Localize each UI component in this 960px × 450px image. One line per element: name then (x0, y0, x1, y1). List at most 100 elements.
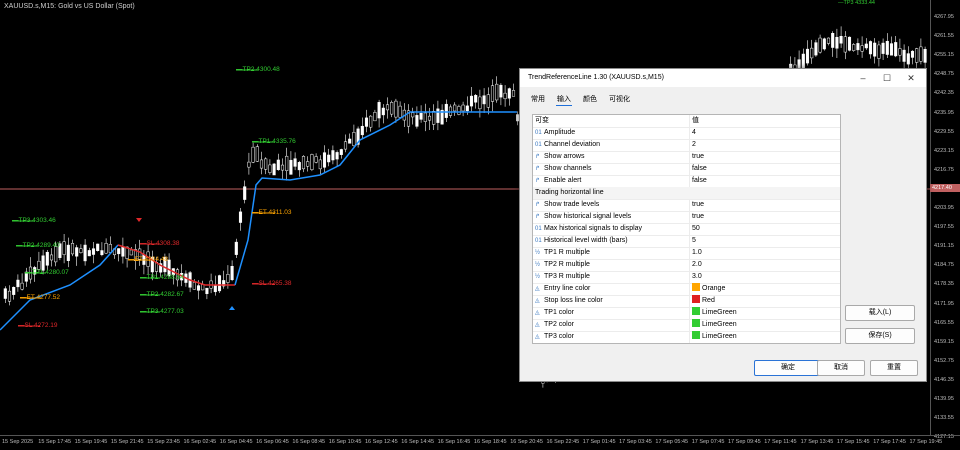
candle (423, 112, 427, 122)
param-value: 2.0 (692, 261, 702, 268)
price-tick-label: 4267.95 (934, 14, 954, 20)
param-value-cell[interactable]: 5 (689, 235, 840, 247)
ok-button[interactable]: 确定 (754, 360, 822, 376)
candle (117, 248, 121, 255)
candle (335, 152, 339, 160)
candle (7, 290, 12, 302)
price-tick-label: 4152.75 (934, 357, 954, 364)
param-value: Orange (702, 285, 726, 292)
param-value-cell[interactable]: true (689, 199, 840, 211)
param-value-cell[interactable]: Red (689, 295, 840, 307)
load-button[interactable]: 载入(L) (845, 305, 915, 321)
candle (213, 284, 217, 293)
time-tick-label: 17 Sep 01:45 (582, 439, 616, 445)
candle (881, 42, 885, 54)
param-value-cell[interactable]: LimeGreen (689, 307, 840, 319)
candle (894, 42, 898, 57)
candle (805, 48, 810, 64)
param-value: 50 (692, 225, 700, 232)
param-value-cell[interactable]: 3.0 (689, 271, 840, 283)
reset-button[interactable]: 重置 (870, 360, 918, 376)
candle (285, 155, 289, 171)
param-value-cell[interactable]: Orange (689, 283, 840, 295)
param-value-cell[interactable]: 2 (689, 139, 840, 151)
color-swatch (692, 331, 700, 339)
param-value: LimeGreen (702, 309, 737, 316)
tab-1[interactable]: 输入 (556, 93, 572, 106)
param-value-cell[interactable]: false (689, 163, 840, 175)
param-value-cell[interactable]: LimeGreen (689, 331, 840, 343)
color-swatch (692, 283, 700, 291)
candle (419, 113, 423, 120)
param-name: Show channels (544, 165, 592, 172)
candle (390, 102, 394, 115)
maximize-icon[interactable]: ☐ (876, 71, 898, 85)
candle (268, 164, 272, 173)
param-name-cell: 01 Historical level width (bars) (535, 235, 683, 247)
candle (369, 115, 373, 128)
param-type-icon: 01 (535, 226, 542, 232)
close-icon[interactable]: ✕ (900, 71, 922, 85)
candle (873, 42, 877, 57)
param-type-icon: ◬ (535, 298, 540, 304)
param-name: TP2 color (544, 321, 574, 328)
tab-2[interactable]: 颜色 (582, 93, 598, 105)
candle (318, 159, 322, 170)
param-type-icon: ½ (535, 250, 541, 256)
param-type-icon: ↱ (535, 178, 541, 184)
param-value-cell[interactable]: false (689, 175, 840, 187)
param-value: true (692, 201, 705, 208)
param-name: Max historical signals to display (544, 225, 643, 232)
candle (469, 95, 474, 107)
price-axis[interactable]: 4267.95 4261.55 4255.15 4248.75 4242.35 4235.… (930, 0, 960, 440)
candle (96, 243, 100, 251)
param-value: 3.0 (692, 273, 702, 280)
candle (12, 286, 16, 295)
param-type-icon: ◬ (535, 322, 540, 328)
time-axis[interactable]: 15 Sep 2025 15 Sep 17:45 15 Sep 19:45 15 Se… (0, 435, 960, 450)
time-tick-label: 16 Sep 02:45 (183, 439, 217, 445)
time-tick-label: 15 Sep 17:45 (38, 439, 72, 445)
candle (226, 274, 230, 283)
time-tick-label: 16 Sep 04:45 (219, 439, 253, 445)
cancel-button[interactable]: 取消 (817, 360, 865, 376)
candle (860, 45, 864, 52)
time-tick-label: 15 Sep 19:45 (74, 439, 108, 445)
param-value-cell[interactable]: 1.0 (689, 247, 840, 259)
candle (104, 243, 108, 254)
tab-3[interactable]: 可视化 (608, 93, 631, 105)
param-value-cell[interactable]: LimeGreen (689, 319, 840, 331)
param-name: Amplitude (544, 129, 576, 136)
param-value-cell[interactable]: 50 (689, 223, 840, 235)
param-name-cell: ↱ Enable alert (535, 175, 683, 187)
param-value-cell[interactable]: true (689, 151, 840, 163)
candle (293, 158, 297, 167)
param-name: TP3 R multiple (544, 273, 590, 280)
candle (243, 186, 247, 200)
candle (121, 246, 125, 257)
param-type-icon: ◬ (535, 310, 540, 316)
param-value-cell[interactable]: true (689, 211, 840, 223)
save-button[interactable]: 保存(S) (845, 328, 915, 344)
tab-0[interactable]: 常用 (530, 93, 546, 105)
parameter-row[interactable]: ◬ TP3 color LimeGreen (533, 331, 840, 343)
price-tick-label: 4216.75 (934, 166, 954, 173)
candle (465, 105, 469, 112)
param-name-cell: 01 Channel deviation (535, 139, 683, 151)
param-name-cell: ↱ Show historical signal levels (535, 211, 683, 223)
minimize-icon[interactable]: – (852, 71, 874, 85)
sell-arrow-icon (136, 218, 142, 222)
param-value-cell[interactable]: 4 (689, 127, 840, 139)
level-label-sl: —SL 4265.38 (252, 280, 292, 287)
param-value-cell[interactable]: 2.0 (689, 259, 840, 271)
candle (247, 161, 251, 168)
dialog-titlebar[interactable]: TrendReferenceLine 1.30 (XAUUSD.s,M15) –… (520, 69, 926, 87)
time-tick-label: 16 Sep 20:45 (510, 439, 543, 445)
time-tick-label: 15 Sep 2025 (2, 439, 34, 445)
candle (314, 156, 318, 163)
param-type-icon: 01 (535, 130, 542, 136)
candle (814, 42, 818, 56)
dialog-tabs: 常用 输入 颜色 可视化 (530, 93, 641, 107)
price-tick-label: 4133.55 (934, 415, 954, 422)
param-value: 1.0 (692, 249, 702, 256)
